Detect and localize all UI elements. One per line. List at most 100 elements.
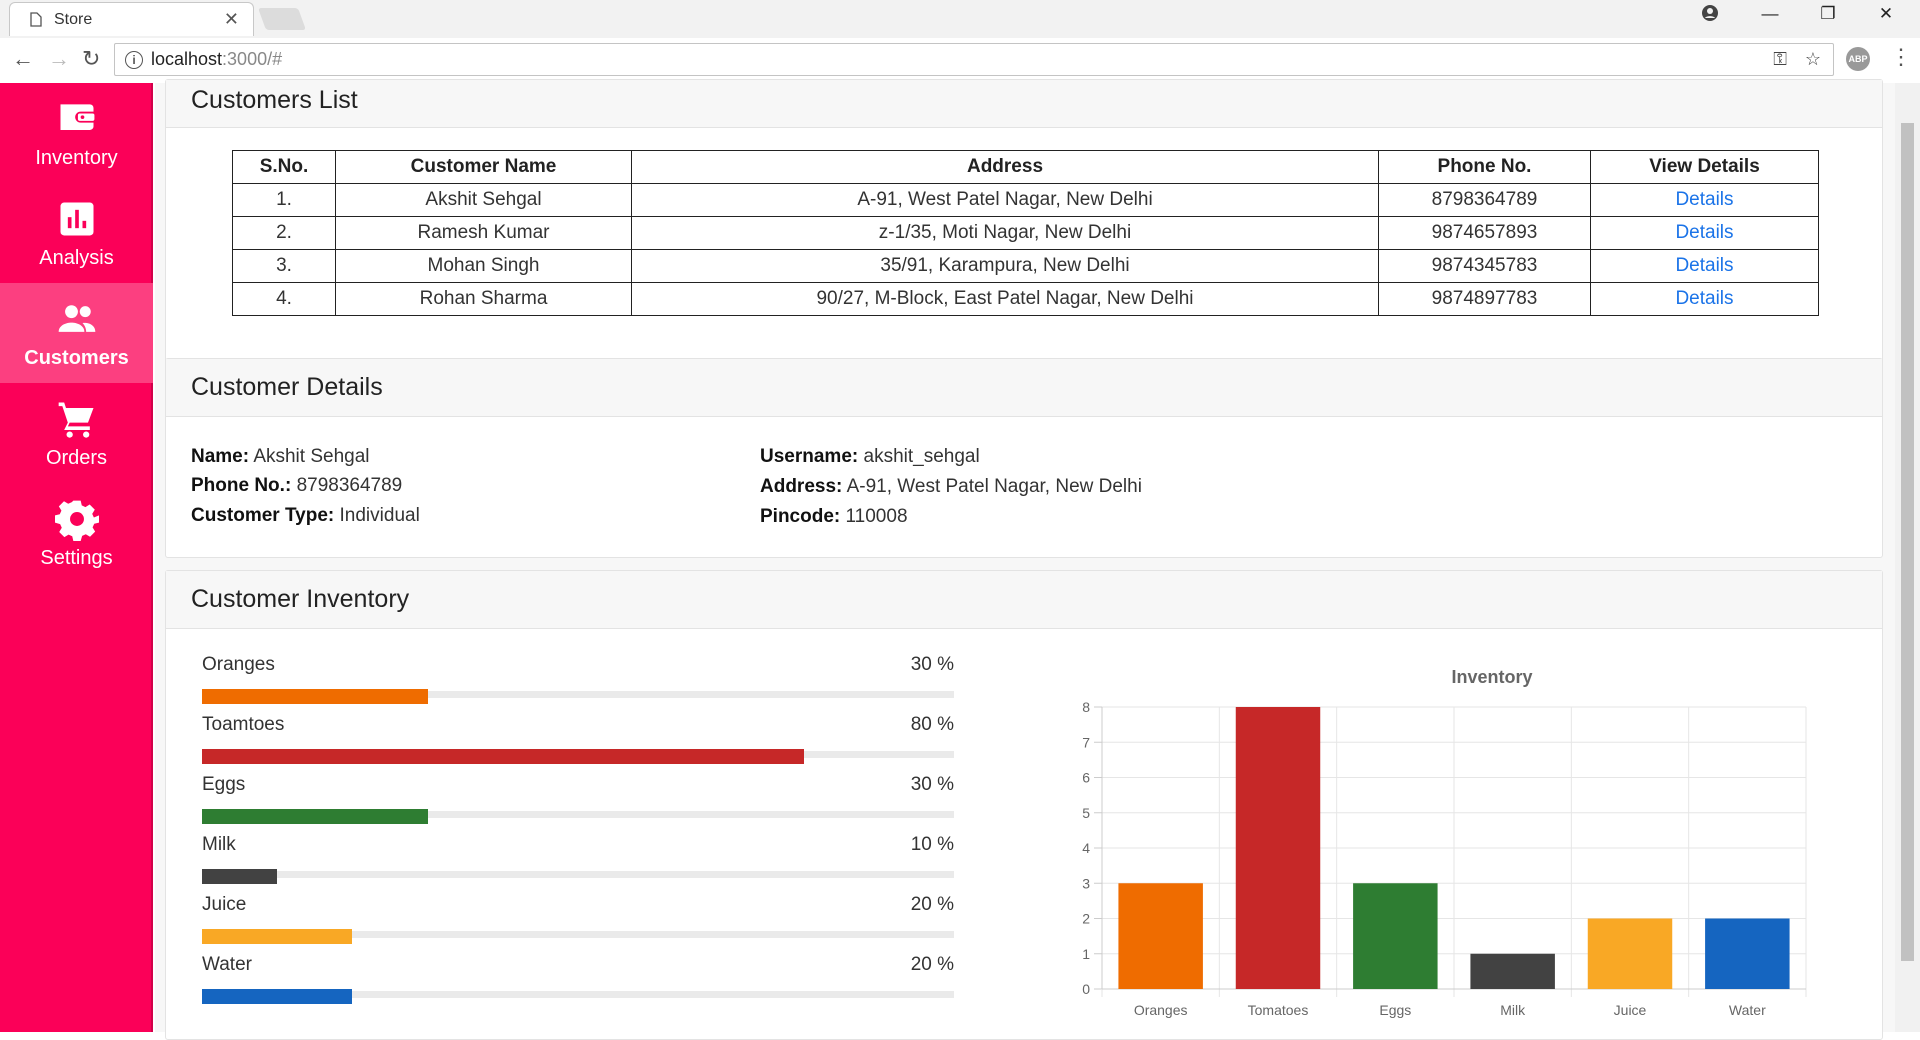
detail-pincode: Pincode: 110008 <box>760 506 908 527</box>
scrollbar-thumb[interactable] <box>1901 123 1914 961</box>
star-icon[interactable]: ☆ <box>1805 49 1821 70</box>
sidebar-item-label: Inventory <box>35 146 118 169</box>
chart-title: Inventory <box>1451 667 1532 687</box>
progress-track <box>202 871 954 878</box>
address-bar[interactable]: i localhost:3000/# ⚿ ☆ <box>114 43 1834 76</box>
detail-username: Username: akshit_sehgal <box>760 446 980 467</box>
cell-phone: 9874657893 <box>1378 216 1591 250</box>
detail-type: Customer Type: Individual <box>191 505 420 526</box>
table-row: 3. Mohan Singh 35/91, Karampura, New Del… <box>232 249 1819 283</box>
table-header-row: S.No. Customer Name Address Phone No. Vi… <box>232 150 1819 184</box>
cell-name: Mohan Singh <box>335 249 632 283</box>
tab-title: Store <box>54 10 93 28</box>
forward-icon[interactable]: → <box>48 46 70 72</box>
sidebar-item-analysis[interactable]: Analysis <box>0 183 153 283</box>
progress-label: Milk <box>202 834 236 855</box>
cell-address: 90/27, M-Block, East Patel Nagar, New De… <box>631 282 1379 316</box>
sidebar-item-inventory[interactable]: Inventory <box>0 83 153 183</box>
cell-phone: 9874897783 <box>1378 282 1591 316</box>
column-header: View Details <box>1590 150 1819 184</box>
cell-sno: 3. <box>232 249 336 283</box>
sidebar-item-settings[interactable]: Settings <box>0 483 153 583</box>
cell-address: z-1/35, Moti Nagar, New Delhi <box>631 216 1379 250</box>
detail-name: Name: Akshit Sehgal <box>191 446 370 467</box>
details-link[interactable]: Details <box>1675 255 1733 276</box>
detail-address: Address: A-91, West Patel Nagar, New Del… <box>760 476 1142 497</box>
column-header: Address <box>631 150 1379 184</box>
scrollbar[interactable] <box>1895 83 1920 1032</box>
bar <box>1353 883 1438 989</box>
x-tick-label: Juice <box>1614 1002 1647 1018</box>
main-content: Customers List S.No. Customer Name Addre… <box>155 79 1895 1040</box>
y-tick-label: 7 <box>1082 734 1090 750</box>
sidebar: Inventory Analysis Customers Orders Sett… <box>0 83 153 1032</box>
people-icon <box>58 304 95 332</box>
x-tick-label: Milk <box>1500 1002 1526 1018</box>
adblock-icon[interactable]: ABP <box>1846 47 1870 71</box>
details-link[interactable]: Details <box>1675 189 1733 210</box>
progress-row: Toamtoes 80 % <box>202 714 954 764</box>
browser-menu-icon[interactable]: ⋮ <box>1890 44 1912 70</box>
table-row: 4. Rohan Sharma 90/27, M-Block, East Pat… <box>232 282 1819 316</box>
new-tab-button[interactable] <box>257 8 307 30</box>
url-host: localhost <box>151 49 223 69</box>
details-right-column: Username: akshit_sehgal Address: A-91, W… <box>760 442 1142 532</box>
restore-button[interactable]: ❐ <box>1808 4 1848 24</box>
progress-row: Milk 10 % <box>202 834 954 884</box>
sidebar-item-label: Analysis <box>39 246 114 269</box>
x-tick-label: Tomatoes <box>1248 1002 1309 1018</box>
reload-icon[interactable]: ↻ <box>82 46 100 72</box>
bar <box>1235 707 1321 989</box>
sidebar-item-customers[interactable]: Customers <box>0 283 153 383</box>
cell-address: A-91, West Patel Nagar, New Delhi <box>631 183 1379 217</box>
sidebar-item-orders[interactable]: Orders <box>0 383 153 483</box>
info-icon[interactable]: i <box>125 50 143 69</box>
progress-fill <box>202 689 428 704</box>
key-icon[interactable]: ⚿ <box>1773 49 1787 70</box>
sidebar-item-label: Orders <box>45 446 108 469</box>
back-icon[interactable]: ← <box>12 46 34 72</box>
column-header: S.No. <box>232 150 336 184</box>
browser-tab[interactable]: Store ✕ <box>9 2 254 36</box>
progress-percent: 20 % <box>910 894 954 915</box>
cell-phone: 8798364789 <box>1378 183 1591 217</box>
url-path: :3000/# <box>222 49 283 69</box>
browser-chrome: Store ✕ — ❐ ✕ ← → ↻ i localhost:3000/# ⚿… <box>0 0 1920 82</box>
cell-details: Details <box>1590 282 1819 316</box>
details-left-column: Name: Akshit Sehgal Phone No.: 879836478… <box>191 442 420 531</box>
progress-fill <box>202 869 278 884</box>
y-tick-label: 8 <box>1082 699 1090 715</box>
customer-inventory-card: Customer Inventory Oranges 30 % Toamtoes 80… <box>165 570 1883 1040</box>
cell-sno: 2. <box>232 216 336 250</box>
progress-percent: 10 % <box>910 834 954 855</box>
progress-row: Juice 20 % <box>202 894 954 944</box>
sidebar-item-label: Settings <box>40 546 113 569</box>
cell-details: Details <box>1590 249 1819 283</box>
cell-name: Akshit Sehgal <box>335 183 632 217</box>
customers-table: S.No. Customer Name Address Phone No. Vi… <box>232 150 1819 316</box>
cart-icon <box>58 402 93 438</box>
details-link[interactable]: Details <box>1675 222 1733 243</box>
bar <box>1705 918 1790 989</box>
progress-label: Water <box>202 954 252 975</box>
cell-name: Rohan Sharma <box>335 282 632 316</box>
cell-name: Ramesh Kumar <box>335 216 632 250</box>
bar-chart-icon <box>60 202 93 235</box>
y-tick-label: 6 <box>1082 770 1090 786</box>
minimize-button[interactable]: — <box>1750 4 1790 24</box>
progress-percent: 80 % <box>910 714 954 735</box>
progress-fill <box>202 989 353 1004</box>
profile-icon[interactable] <box>1690 4 1730 27</box>
tab-close-icon[interactable]: ✕ <box>224 9 239 30</box>
bar <box>1587 918 1673 989</box>
progress-row: Eggs 30 % <box>202 774 954 824</box>
y-tick-label: 1 <box>1082 946 1090 962</box>
progress-label: Toamtoes <box>202 714 285 735</box>
sidebar-item-label: Customers <box>24 346 129 369</box>
card-title: Customers List <box>166 80 1882 128</box>
inventory-chart: Inventory 0 1 2 3 4 5 6 7 8 Oranges Tomatoes Eggs Mil… <box>1082 667 1807 1018</box>
details-link[interactable]: Details <box>1675 288 1733 309</box>
close-window-button[interactable]: ✕ <box>1866 4 1906 24</box>
progress-percent: 30 % <box>910 774 954 795</box>
gear-icon <box>54 500 99 541</box>
